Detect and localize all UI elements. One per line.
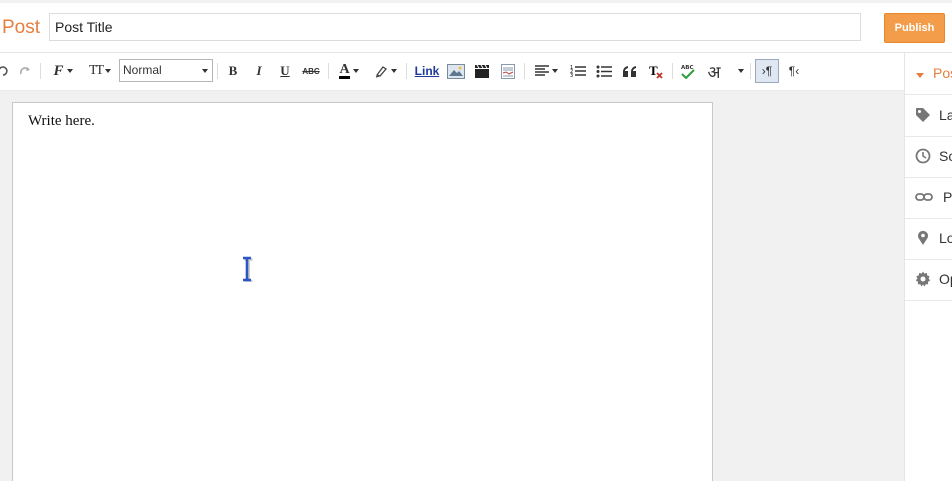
font-size-glyph: TT: [88, 63, 104, 78]
post-label: Post: [2, 17, 41, 38]
chevron-down-icon: [202, 69, 208, 73]
post-body-editor[interactable]: Write here.: [12, 102, 713, 481]
font-glyph: F: [53, 62, 64, 79]
format-select[interactable]: Normal: [119, 59, 213, 82]
sidebar-item-labels[interactable]: Labels: [905, 95, 952, 137]
tag-icon: [916, 108, 930, 122]
font-family-button[interactable]: F: [48, 61, 78, 81]
sidebar-item-label: Permalink: [943, 189, 952, 205]
sidebar-item-permalink[interactable]: Permalink: [905, 177, 952, 219]
caret-down-icon: [916, 73, 924, 78]
editor-content[interactable]: Write here.: [28, 113, 95, 130]
publish-button[interactable]: Publish: [884, 13, 945, 43]
chevron-down-icon: [66, 69, 73, 73]
post-title-input[interactable]: [49, 13, 861, 41]
format-select-value: Normal: [123, 63, 162, 77]
chevron-down-icon: [105, 69, 112, 73]
sidebar-item-label: Labels: [939, 107, 952, 123]
sidebar-item-post-settings[interactable]: Post settings: [905, 53, 952, 95]
map-pin-icon: [918, 230, 928, 245]
text-cursor-icon: [243, 256, 253, 282]
sidebar-item-label: Schedule: [939, 148, 952, 164]
post-settings-sidebar: Post settings Labels Schedule Permalink …: [904, 53, 952, 481]
sidebar-item-location[interactable]: Location: [905, 218, 952, 260]
post-header: Post Publish: [0, 3, 952, 53]
sidebar-item-label: Options: [939, 271, 952, 287]
font-size-button[interactable]: TT: [84, 61, 116, 81]
toolbar-separator: [40, 63, 41, 79]
undo-icon: [0, 66, 8, 76]
gear-icon: [915, 271, 931, 287]
sidebar-item-label: Post settings: [933, 65, 952, 81]
sidebar-item-label: Location: [939, 230, 952, 246]
redo-icon: [19, 67, 30, 75]
clock-icon: [915, 148, 931, 164]
undo-button[interactable]: [0, 61, 10, 81]
link-icon: [915, 193, 933, 201]
sidebar-item-schedule[interactable]: Schedule: [905, 136, 952, 178]
sidebar-item-options[interactable]: Options: [905, 259, 952, 301]
redo-button[interactable]: [16, 61, 34, 81]
